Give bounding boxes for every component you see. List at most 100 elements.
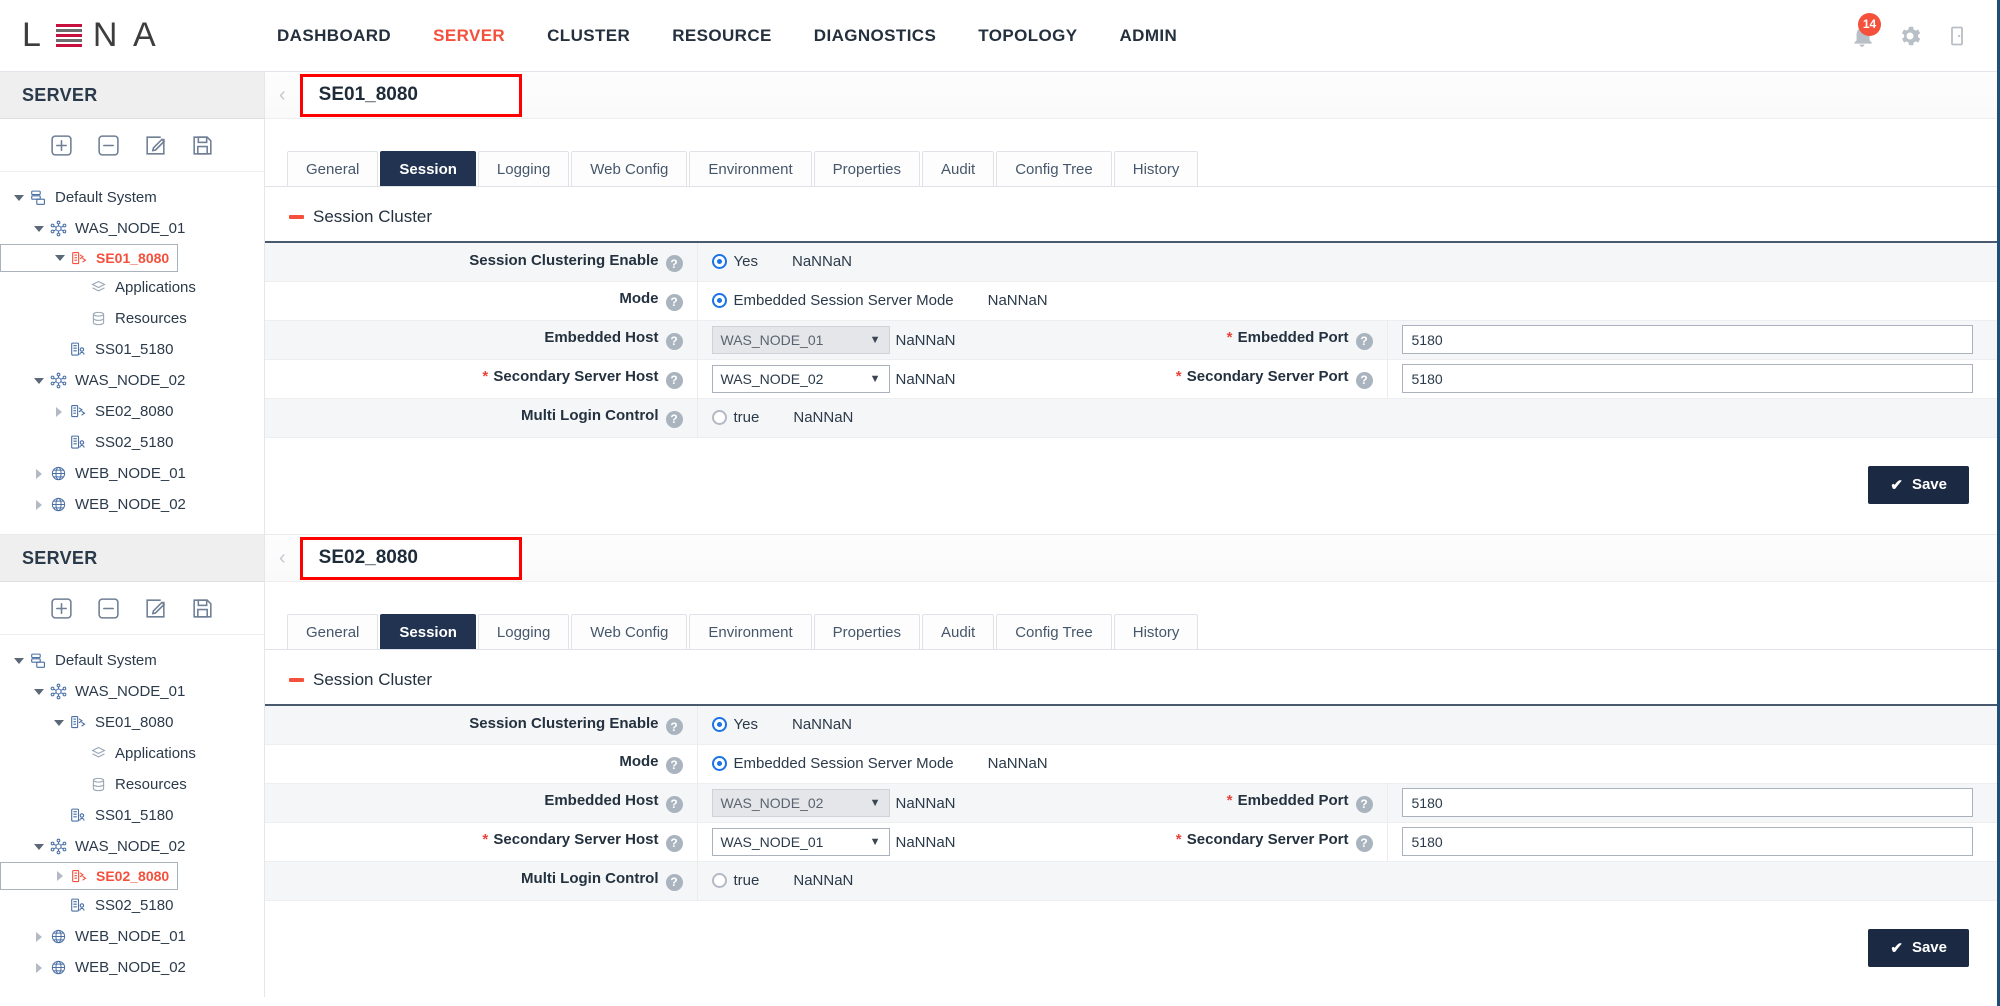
tree-node-was-node-01[interactable]: WAS_NODE_01 <box>0 213 264 244</box>
tree-toggle-right-icon[interactable] <box>32 932 46 942</box>
tree-node-resources[interactable]: Resources <box>0 303 264 334</box>
tree-toggle-down-icon[interactable] <box>32 689 46 695</box>
tree-toggle-down-icon[interactable] <box>32 378 46 384</box>
tab-history[interactable]: History <box>1114 151 1199 186</box>
tree-node-se01-8080[interactable]: SE01_8080 <box>0 244 178 272</box>
tab-session[interactable]: Session <box>380 151 476 186</box>
tree-toggle-right-icon[interactable] <box>53 871 67 881</box>
save-button[interactable]: ✔Save <box>1868 929 1969 967</box>
remove-node-button[interactable] <box>96 133 121 158</box>
nav-item-dashboard[interactable]: DASHBOARD <box>277 26 391 46</box>
add-node-button[interactable] <box>49 133 74 158</box>
tree-node-web-node-02[interactable]: WEB_NODE_02 <box>0 952 264 983</box>
select-secondary-host-node[interactable]: WAS_NODE_01▼ <box>712 828 890 856</box>
tree-node-was-node-02[interactable]: WAS_NODE_02 <box>0 365 264 396</box>
tree-toggle-right-icon[interactable] <box>32 469 46 479</box>
tab-audit[interactable]: Audit <box>922 614 994 649</box>
help-secondary-server-host-icon[interactable]: ? <box>666 835 683 852</box>
tree-node-default system[interactable]: Default System <box>0 182 264 213</box>
help-multi-login-control-icon[interactable]: ? <box>666 874 683 891</box>
input-secondary-server-port[interactable]: 5180 <box>1402 364 1974 393</box>
help-mode-icon[interactable]: ? <box>666 294 683 311</box>
radio-clustering-yes-radio[interactable] <box>712 717 727 732</box>
tree-node-was-node-01[interactable]: WAS_NODE_01 <box>0 676 264 707</box>
tab-logging[interactable]: Logging <box>478 151 569 186</box>
logout-icon[interactable] <box>1945 24 1969 48</box>
tree-node-web-node-01[interactable]: WEB_NODE_01 <box>0 458 264 489</box>
tab-history[interactable]: History <box>1114 614 1199 649</box>
nav-item-diagnostics[interactable]: DIAGNOSTICS <box>814 26 936 46</box>
section-header-session-cluster[interactable]: Session Cluster <box>265 187 1997 241</box>
tab-general[interactable]: General <box>287 614 378 649</box>
tree-toggle-right-icon[interactable] <box>32 500 46 510</box>
input-embedded-port[interactable]: 5180 <box>1402 325 1974 354</box>
radio-embedded-session-server-mode-radio[interactable] <box>712 293 727 308</box>
help-embedded-host-icon[interactable]: ? <box>666 333 683 350</box>
input-embedded-port[interactable]: 5180 <box>1402 788 1974 817</box>
tab-environment[interactable]: Environment <box>689 614 811 649</box>
tab-general[interactable]: General <box>287 151 378 186</box>
radio-embedded-session-server-mode[interactable]: Embedded Session Server Mode <box>712 292 954 309</box>
radio-multi-login-true-radio[interactable] <box>712 873 727 888</box>
bell-icon[interactable]: 14 <box>1849 23 1875 49</box>
tree-toggle-down-icon[interactable] <box>52 720 66 726</box>
radio-multi-login-true-radio[interactable] <box>712 410 727 425</box>
collapse-sidebar-icon[interactable]: ‹ <box>279 85 286 105</box>
tree-node-was-node-02[interactable]: WAS_NODE_02 <box>0 831 264 862</box>
tab-audit[interactable]: Audit <box>922 151 994 186</box>
tree-node-ss02-5180[interactable]: SS02_5180 <box>0 890 264 921</box>
tab-environment[interactable]: Environment <box>689 151 811 186</box>
tree-toggle-down-icon[interactable] <box>32 844 46 850</box>
tree-toggle-down-icon[interactable] <box>32 226 46 232</box>
tab-properties[interactable]: Properties <box>814 614 920 649</box>
tab-web-config[interactable]: Web Config <box>571 614 687 649</box>
help-session-clustering-enable-icon[interactable]: ? <box>666 718 683 735</box>
nav-item-topology[interactable]: TOPOLOGY <box>978 26 1077 46</box>
tree-node-web-node-02[interactable]: WEB_NODE_02 <box>0 489 264 520</box>
save-button[interactable]: ✔Save <box>1868 466 1969 504</box>
help-mode-icon[interactable]: ? <box>666 757 683 774</box>
tree-toggle-down-icon[interactable] <box>12 658 26 664</box>
tree-node-ss01-5180[interactable]: SS01_5180 <box>0 800 264 831</box>
radio-clustering-yes-radio[interactable] <box>712 254 727 269</box>
edit-node-button[interactable] <box>143 133 168 158</box>
nav-item-cluster[interactable]: CLUSTER <box>547 26 630 46</box>
radio-multi-login-true[interactable]: true <box>712 409 760 426</box>
tab-logging[interactable]: Logging <box>478 614 569 649</box>
collapse-sidebar-icon[interactable]: ‹ <box>279 548 286 568</box>
tab-properties[interactable]: Properties <box>814 151 920 186</box>
tree-toggle-down-icon[interactable] <box>53 255 67 261</box>
help-secondary-server-port-icon[interactable]: ? <box>1356 372 1373 389</box>
tree-node-applications[interactable]: Applications <box>0 272 264 303</box>
radio-clustering-yes[interactable]: Yes <box>712 716 758 733</box>
tree-node-web-node-01[interactable]: WEB_NODE_01 <box>0 921 264 952</box>
tree-node-default system[interactable]: Default System <box>0 645 264 676</box>
edit-node-button[interactable] <box>143 596 168 621</box>
help-embedded-port-icon[interactable]: ? <box>1356 333 1373 350</box>
remove-node-button[interactable] <box>96 596 121 621</box>
help-multi-login-control-icon[interactable]: ? <box>666 411 683 428</box>
input-secondary-server-port[interactable]: 5180 <box>1402 827 1974 856</box>
tree-node-se01-8080[interactable]: SE01_8080 <box>0 707 264 738</box>
nav-item-admin[interactable]: ADMIN <box>1119 26 1177 46</box>
tree-toggle-right-icon[interactable] <box>52 407 66 417</box>
radio-embedded-session-server-mode-radio[interactable] <box>712 756 727 771</box>
nav-item-server[interactable]: SERVER <box>433 26 505 46</box>
radio-embedded-session-server-mode[interactable]: Embedded Session Server Mode <box>712 755 954 772</box>
tab-session[interactable]: Session <box>380 614 476 649</box>
tree-node-applications[interactable]: Applications <box>0 738 264 769</box>
tree-node-se02-8080[interactable]: SE02_8080 <box>0 396 264 427</box>
tree-toggle-down-icon[interactable] <box>12 195 26 201</box>
select-secondary-host-node[interactable]: WAS_NODE_02▼ <box>712 365 890 393</box>
tree-node-se02-8080[interactable]: SE02_8080 <box>0 862 178 890</box>
tree-node-ss01-5180[interactable]: SS01_5180 <box>0 334 264 365</box>
help-embedded-host-icon[interactable]: ? <box>666 796 683 813</box>
help-session-clustering-enable-icon[interactable]: ? <box>666 255 683 272</box>
help-secondary-server-host-icon[interactable]: ? <box>666 372 683 389</box>
app-logo[interactable]: L N A <box>0 16 265 55</box>
tab-config-tree[interactable]: Config Tree <box>996 614 1112 649</box>
add-node-button[interactable] <box>49 596 74 621</box>
tab-web-config[interactable]: Web Config <box>571 151 687 186</box>
help-secondary-server-port-icon[interactable]: ? <box>1356 835 1373 852</box>
minus-icon[interactable] <box>289 215 304 219</box>
